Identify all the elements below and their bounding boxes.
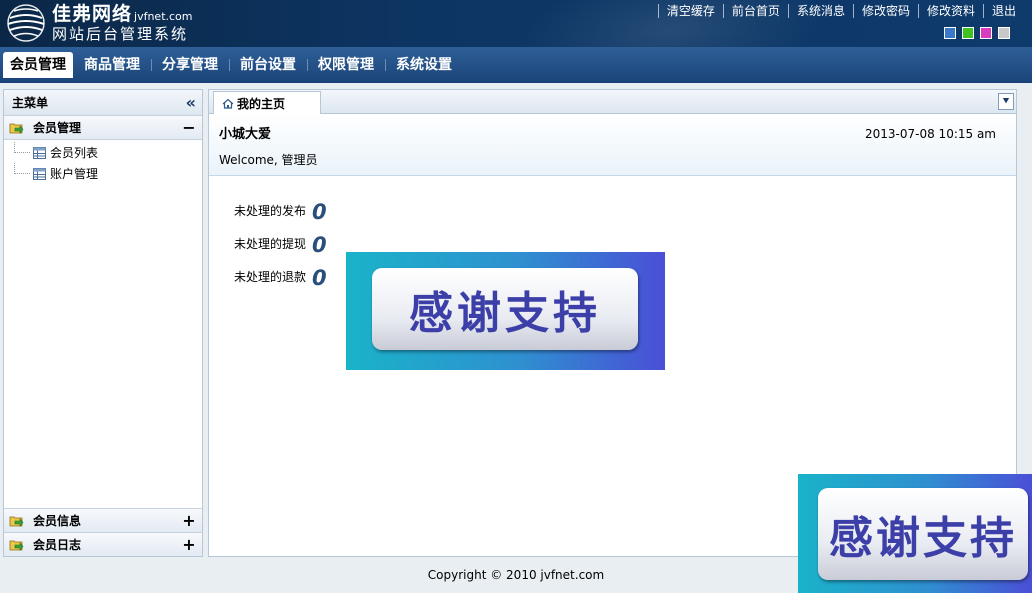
- logo-domain: jvfnet.com: [134, 9, 193, 23]
- sidebar-header: 主菜单 «: [4, 90, 202, 116]
- logo[interactable]: 佳弗网络 jvfnet.com 网站后台管理系统: [4, 2, 193, 44]
- folder-icon: [9, 123, 24, 134]
- edit-profile-link[interactable]: 修改资料: [917, 4, 983, 18]
- expand-group-icon[interactable]: +: [182, 535, 196, 554]
- skin-blue-swatch[interactable]: [944, 27, 956, 39]
- nav-frontend-settings[interactable]: 前台设置: [229, 52, 307, 78]
- folder-icon: [9, 540, 24, 551]
- table-icon: [33, 167, 46, 180]
- sidebar-item-account-management[interactable]: 账户管理: [4, 163, 202, 184]
- skin-gray-swatch[interactable]: [998, 27, 1010, 39]
- pending-stats: 未处理的发布 0 未处理的提现 0 未处理的退款 0: [234, 192, 327, 291]
- welcome-text: Welcome, 管理员: [219, 153, 318, 167]
- tab-my-home[interactable]: 我的主页: [213, 91, 321, 115]
- table-icon: [33, 146, 46, 159]
- collapse-group-icon[interactable]: −: [182, 118, 196, 137]
- thanks-text: 感谢支持: [372, 268, 638, 350]
- stat-label: 未处理的发布: [234, 204, 307, 218]
- stat-value[interactable]: 0: [312, 199, 327, 225]
- copyright-text: Copyright © 2010 jvfnet.com: [427, 568, 605, 582]
- folder-icon: [9, 516, 24, 527]
- header: 佳弗网络 jvfnet.com 网站后台管理系统 清空缓存 前台首页 系统消息 …: [0, 0, 1032, 47]
- frontend-home-link[interactable]: 前台首页: [722, 4, 788, 18]
- thanks-banner: 感谢支持: [346, 252, 665, 370]
- system-messages-link[interactable]: 系统消息: [787, 4, 853, 18]
- tab-bar: 我的主页 ⯆: [209, 90, 1016, 115]
- welcome-panel: 小城大爱 2013-07-08 10:15 am Welcome, 管理员: [209, 114, 1016, 176]
- stat-label: 未处理的提现: [234, 237, 307, 251]
- expand-group-icon[interactable]: +: [182, 511, 196, 530]
- clear-cache-link[interactable]: 清空缓存: [657, 4, 723, 18]
- nav-permission-management[interactable]: 权限管理: [307, 52, 385, 78]
- skin-switcher: [944, 27, 1010, 39]
- sidebar-group-member-log[interactable]: 会员日志 +: [4, 532, 202, 556]
- sidebar-group-member-management[interactable]: 会员管理 −: [4, 116, 202, 140]
- stat-pending-withdrawals: 未处理的提现 0: [234, 225, 327, 258]
- main-nav: 会员管理 商品管理 分享管理 前台设置 权限管理 系统设置: [0, 47, 1032, 83]
- stat-value[interactable]: 0: [312, 232, 327, 258]
- skin-green-swatch[interactable]: [962, 27, 974, 39]
- nav-member-management[interactable]: 会员管理: [3, 52, 73, 78]
- nav-share-management[interactable]: 分享管理: [151, 52, 229, 78]
- stat-pending-refunds: 未处理的退款 0: [234, 258, 327, 291]
- home-icon: [222, 98, 234, 109]
- member-management-tree: 会员列表 账户管理: [4, 140, 202, 184]
- top-links: 清空缓存 前台首页 系统消息 修改密码 修改资料 退出: [657, 4, 1024, 18]
- globe-logo-icon: [7, 4, 45, 42]
- change-password-link[interactable]: 修改密码: [852, 4, 918, 18]
- skin-magenta-swatch[interactable]: [980, 27, 992, 39]
- sidebar-group-label: 会员信息: [33, 514, 82, 528]
- sidebar: 主菜单 « 会员管理 − 会员列表 账户管理 会员信息 + 会员日志 +: [3, 89, 203, 557]
- sidebar-group-label: 会员日志: [33, 538, 82, 552]
- tab-label: 我的主页: [237, 97, 286, 111]
- logout-link[interactable]: 退出: [982, 4, 1024, 18]
- sidebar-group-member-info[interactable]: 会员信息 +: [4, 508, 202, 532]
- current-datetime: 2013-07-08 10:15 am: [865, 127, 996, 141]
- tab-menu-chevron-icon[interactable]: ⯆: [998, 93, 1014, 110]
- collapse-sidebar-icon[interactable]: «: [186, 93, 196, 112]
- stat-value[interactable]: 0: [312, 265, 327, 291]
- sidebar-group-label: 会员管理: [33, 121, 82, 135]
- logo-name: 佳弗网络: [52, 2, 133, 25]
- sidebar-item-member-list[interactable]: 会员列表: [4, 142, 202, 163]
- nav-product-management[interactable]: 商品管理: [73, 52, 151, 78]
- nav-system-settings[interactable]: 系统设置: [385, 52, 463, 78]
- footer: Copyright © 2010 jvfnet.com: [0, 560, 1032, 590]
- sidebar-item-label: 会员列表: [50, 146, 99, 160]
- logo-subtitle: 网站后台管理系统: [52, 24, 189, 43]
- sidebar-item-label: 账户管理: [50, 167, 99, 181]
- stat-pending-posts: 未处理的发布 0: [234, 192, 327, 225]
- user-name: 小城大爱: [219, 127, 272, 142]
- stat-label: 未处理的退款: [234, 270, 307, 284]
- sidebar-title: 主菜单: [12, 96, 49, 110]
